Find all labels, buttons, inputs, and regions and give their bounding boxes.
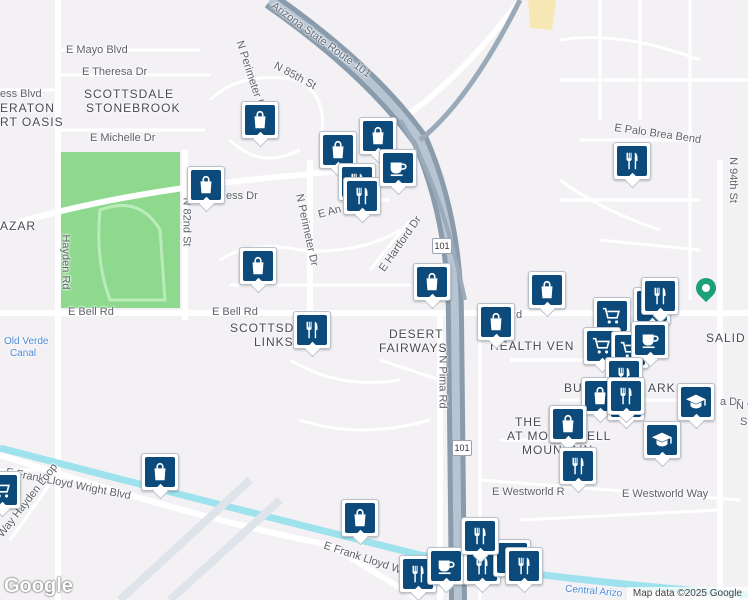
area-label: ARK xyxy=(648,381,676,395)
street-label: E Westworld Way xyxy=(622,488,709,500)
map-marker-restaurant[interactable] xyxy=(293,311,331,349)
shopping-bag-icon xyxy=(245,105,275,135)
map-marker-shopping-bag[interactable] xyxy=(528,271,566,309)
shopping-bag-icon xyxy=(417,267,447,297)
map-marker-cafe[interactable] xyxy=(427,547,465,585)
restaurant-icon xyxy=(465,521,495,551)
cafe-icon xyxy=(383,153,413,183)
area-label: AT MO xyxy=(507,429,549,443)
street-label: N Pima Rd xyxy=(436,355,449,409)
street-label: N 94th St xyxy=(726,157,739,203)
route-shield: 101 xyxy=(452,440,472,456)
street-label: E Bell Rd xyxy=(212,306,258,318)
map-marker-cafe[interactable] xyxy=(631,321,669,359)
street-label: ess Blvd xyxy=(0,88,42,100)
map-marker-restaurant[interactable] xyxy=(641,277,679,315)
map-marker-cafe[interactable] xyxy=(379,149,417,187)
area-label: DESERT xyxy=(389,327,444,341)
map-marker-shopping-bag[interactable] xyxy=(241,101,279,139)
area-label: RT OASIS xyxy=(0,115,64,129)
street-label: E Westworld R xyxy=(492,486,565,498)
street-label: E Theresa Dr xyxy=(82,66,148,78)
area-label: THE xyxy=(515,415,542,429)
map-marker-shopping-bag[interactable] xyxy=(187,166,225,204)
shopping-bag-icon xyxy=(532,275,562,305)
street-label: N 82nd St xyxy=(180,197,193,247)
shopping-bag-icon xyxy=(243,251,273,281)
street-label: N 9 xyxy=(736,400,748,412)
restaurant-icon xyxy=(509,551,539,581)
cafe-icon xyxy=(431,551,461,581)
route-shield: 101 xyxy=(432,238,452,254)
map-marker-restaurant[interactable] xyxy=(461,517,499,555)
area-label: ELL xyxy=(587,429,612,443)
shopping-bag-icon xyxy=(481,307,511,337)
map-marker-restaurant[interactable] xyxy=(559,447,597,485)
street-label: Hayden Rd xyxy=(59,234,72,290)
graduation-cap-icon xyxy=(681,387,711,417)
map-attribution[interactable]: Map data ©2025 Google xyxy=(626,587,748,600)
shopping-cart-icon xyxy=(0,475,17,505)
restaurant-icon xyxy=(611,381,641,411)
area-label: ERATON xyxy=(0,101,55,115)
map-marker-restaurant[interactable] xyxy=(343,177,381,215)
street-label: S xyxy=(740,416,748,428)
map-marker-shopping-cart[interactable] xyxy=(0,471,21,509)
restaurant-icon xyxy=(645,281,675,311)
restaurant-icon xyxy=(297,315,327,345)
google-logo: Google xyxy=(4,575,73,597)
shopping-bag-icon xyxy=(363,121,393,151)
street-label: E Mayo Blvd xyxy=(66,44,128,56)
map-marker-shopping-bag[interactable] xyxy=(341,499,379,537)
map-marker-restaurant[interactable] xyxy=(613,142,651,180)
shopping-bag-icon xyxy=(345,503,375,533)
water-label: Old Verde xyxy=(4,336,49,347)
street-label: E Michelle Dr xyxy=(90,132,156,144)
shopping-bag-icon xyxy=(145,457,175,487)
shopping-bag-icon xyxy=(191,170,221,200)
water-label: Canal xyxy=(10,348,37,359)
restaurant-icon xyxy=(617,146,647,176)
map-marker-restaurant[interactable] xyxy=(607,377,645,415)
restaurant-icon xyxy=(563,451,593,481)
map-marker-shopping-bag[interactable] xyxy=(239,247,277,285)
shopping-bag-icon xyxy=(553,409,583,439)
area-label: STONEBROOK xyxy=(86,101,181,115)
map-marker-shopping-bag[interactable] xyxy=(477,303,515,341)
street-label: ess Dr xyxy=(226,190,258,202)
shopping-bag-icon xyxy=(323,135,353,165)
sand-area xyxy=(528,0,556,30)
map-marker-shopping-bag[interactable] xyxy=(413,263,451,301)
cafe-icon xyxy=(635,325,665,355)
graduation-cap-icon xyxy=(647,425,677,455)
area-label: AZAR xyxy=(0,219,37,233)
area-label: SCOTTSDALE xyxy=(84,87,175,101)
map-marker-shopping-bag[interactable] xyxy=(549,405,587,443)
map-canvas[interactable]: SCOTTSDALE STONEBROOK ERATON RT OASIS AZ… xyxy=(0,0,748,600)
area-label: FAIRWAYS xyxy=(379,341,448,355)
area-label: SALID xyxy=(706,331,746,345)
map-marker-graduation-cap[interactable] xyxy=(677,383,715,421)
area-label: LINKS xyxy=(254,335,294,349)
street-label: E Bell Rd xyxy=(68,306,114,318)
map-marker-graduation-cap[interactable] xyxy=(643,421,681,459)
restaurant-icon xyxy=(347,181,377,211)
area-label: SCOTTSD xyxy=(230,321,295,335)
map-marker-restaurant[interactable] xyxy=(505,547,543,585)
area-label: BU xyxy=(564,381,583,395)
map-marker-shopping-bag[interactable] xyxy=(141,453,179,491)
